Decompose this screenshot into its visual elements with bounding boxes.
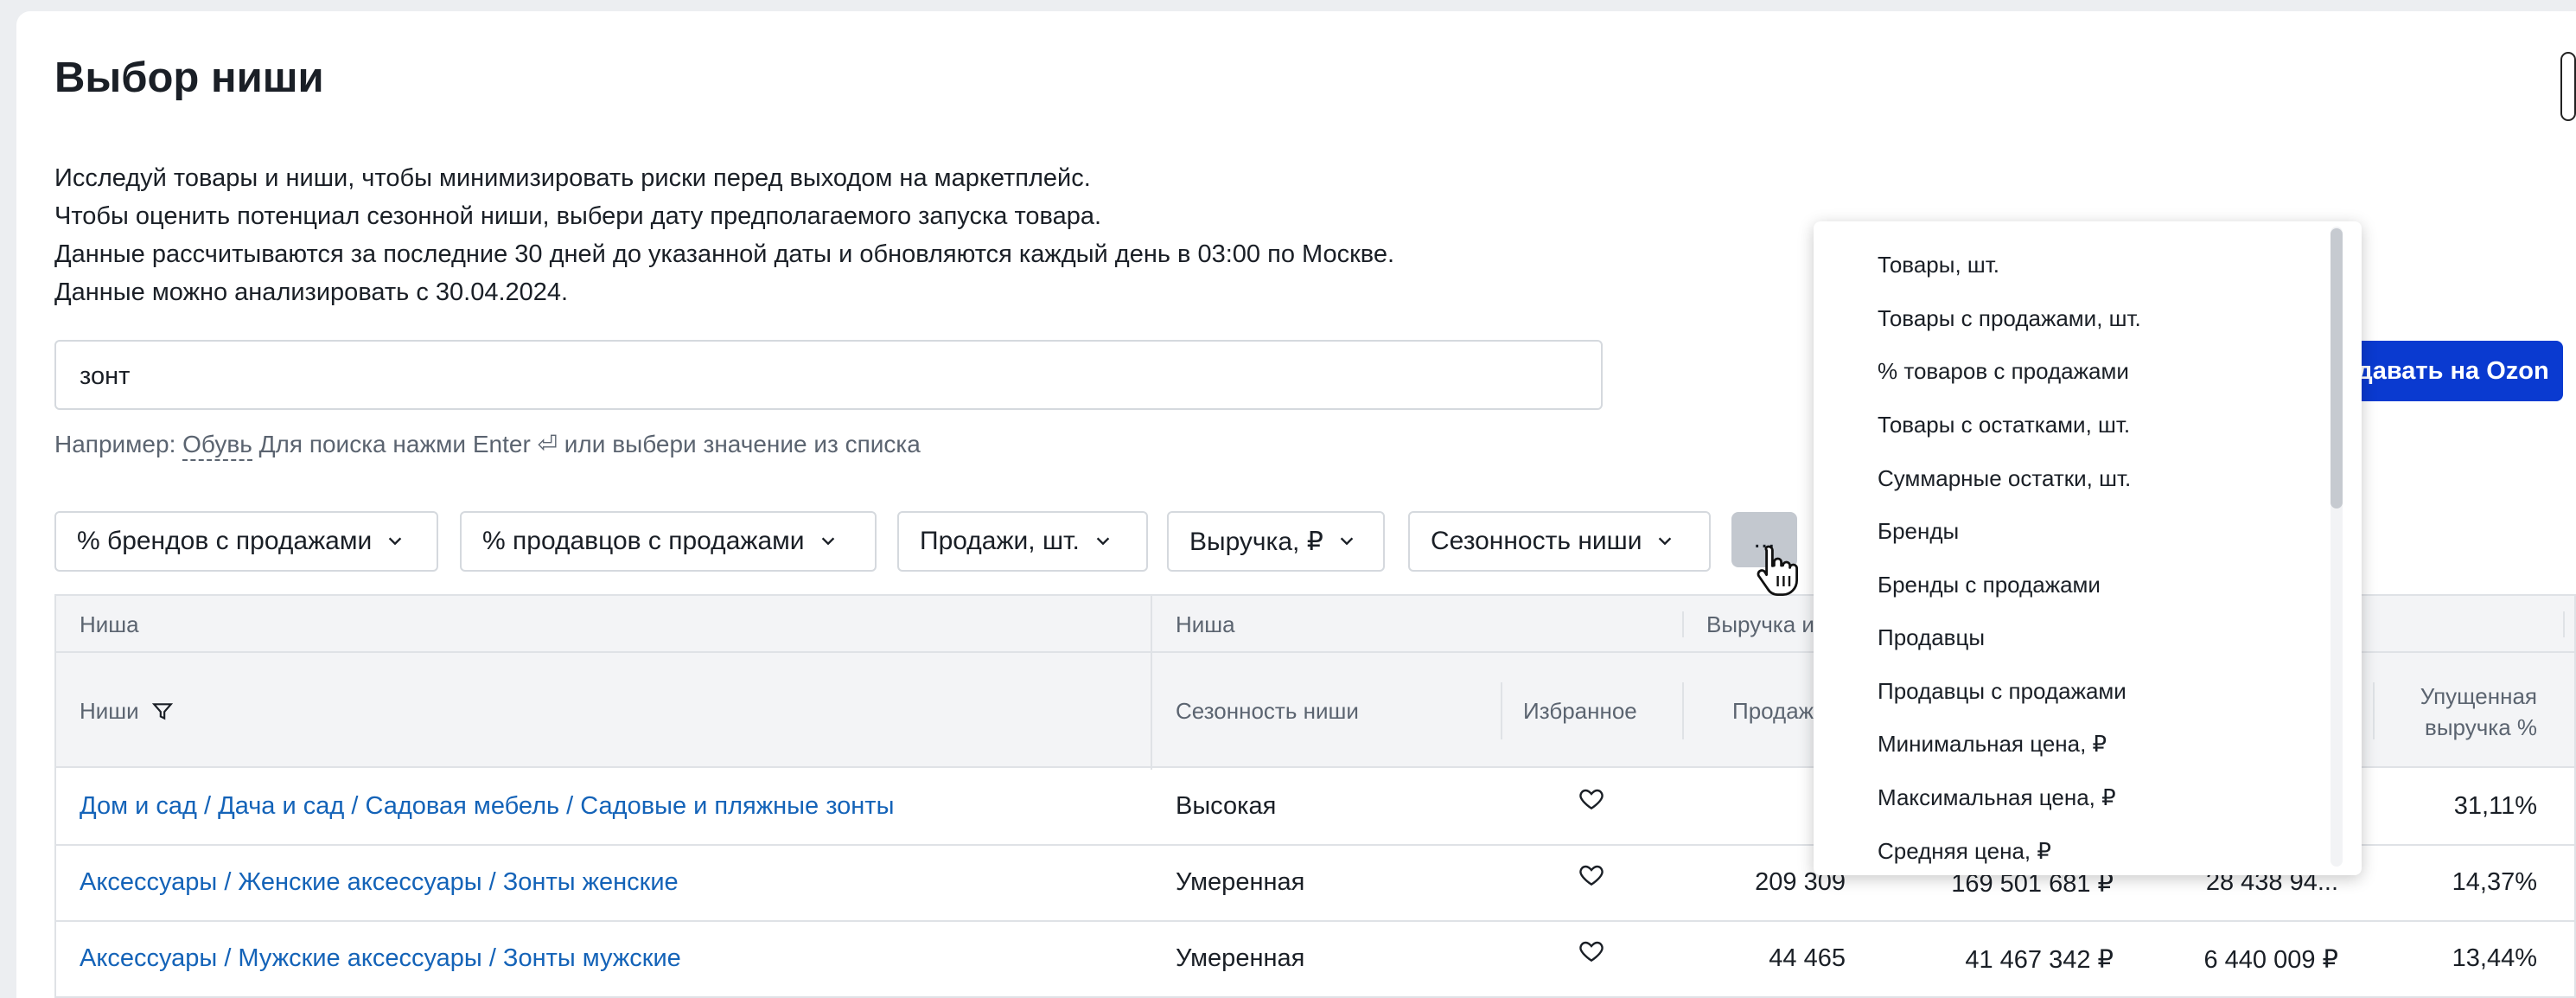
- heart-icon[interactable]: [1577, 861, 1606, 889]
- hint-example-link[interactable]: Обувь: [182, 431, 252, 461]
- sales-value: 44 465: [1769, 944, 1846, 972]
- column-header-label: Ниши: [80, 698, 139, 724]
- header-divider: [2563, 611, 2565, 637]
- chevron-down-icon: [388, 537, 402, 546]
- description-line: Исследуй товары и ниши, чтобы минимизиро…: [54, 164, 1091, 192]
- dropdown-item[interactable]: Бренды с продажами: [1878, 572, 2101, 598]
- window-scrollbar[interactable]: [2560, 52, 2576, 121]
- column-header-favorite[interactable]: Избранное: [1523, 698, 1637, 725]
- filter-chip-seasonality[interactable]: Сезонность ниши: [1408, 511, 1711, 572]
- header-divider: [2373, 682, 2375, 739]
- dropdown-item[interactable]: Товары с остатками, шт.: [1878, 412, 2130, 438]
- header-line: Упущенная: [2420, 683, 2537, 709]
- filter-chip-revenue[interactable]: Выручка, ₽: [1167, 511, 1385, 572]
- lost-revenue-pct: 13,44%: [2452, 944, 2537, 972]
- chevron-down-icon: [1340, 537, 1354, 546]
- filter-chip-sellers-with-sales[interactable]: % продавцов с продажами: [460, 511, 877, 572]
- niche-link[interactable]: Дом и сад / Дача и сад / Садовая мебель …: [80, 792, 894, 821]
- chip-label: % продавцов с продажами: [482, 527, 805, 555]
- description-line: Данные рассчитываются за последние 30 дн…: [54, 240, 1395, 268]
- group-header-niche: Ниша: [80, 611, 139, 637]
- header-divider: [1501, 682, 1502, 739]
- search-input[interactable]: зонт: [54, 340, 1603, 410]
- seasonality-value: Высокая: [1176, 792, 1277, 820]
- chevron-down-icon: [821, 537, 834, 546]
- chip-label: Продажи, шт.: [920, 527, 1080, 555]
- heart-icon[interactable]: [1577, 785, 1606, 813]
- chip-label: % брендов с продажами: [77, 527, 373, 555]
- dropdown-item[interactable]: % товаров с продажами: [1878, 358, 2129, 385]
- dropdown-item[interactable]: Товары с продажами, шт.: [1878, 305, 2141, 332]
- seasonality-value: Умеренная: [1176, 944, 1305, 972]
- header-divider: [1682, 682, 1684, 739]
- dropdown-scrollbar-thumb[interactable]: [2331, 228, 2343, 509]
- hint-suffix: Для поиска нажми Enter ⏎ или выбери знач…: [258, 431, 921, 457]
- dropdown-item[interactable]: Максимальная цена, ₽: [1878, 784, 2116, 811]
- dropdown-item[interactable]: Товары, шт.: [1878, 252, 1999, 278]
- group-header-revenue: Выручка и: [1706, 611, 1814, 637]
- page-title: Выбор ниши: [54, 54, 324, 101]
- description-line: Данные можно анализировать с 30.04.2024.: [54, 278, 569, 306]
- chevron-down-icon: [1659, 537, 1672, 546]
- hand-cursor-icon: [1757, 545, 1798, 596]
- dropdown-item[interactable]: Продавцы с продажами: [1878, 678, 2126, 705]
- dropdown-item[interactable]: Минимальная цена, ₽: [1878, 731, 2107, 758]
- header-line: выручка %: [2425, 714, 2537, 740]
- chevron-down-icon: [1096, 537, 1110, 546]
- dropdown-item[interactable]: Средняя цена, ₽: [1878, 838, 2051, 865]
- search-hint: Например: Обувь Для поиска нажми Enter ⏎…: [54, 430, 921, 461]
- seasonality-value: Умеренная: [1176, 868, 1305, 896]
- heart-icon[interactable]: [1577, 937, 1606, 965]
- table-row[interactable]: Аксессуары / Мужские аксессуары / Зонты …: [56, 922, 2574, 998]
- revenue-value: 41 467 342 ₽: [1965, 946, 2114, 974]
- column-header-sales[interactable]: Продаж: [1732, 698, 1814, 725]
- lost-revenue-pct: 14,37%: [2452, 868, 2537, 896]
- hint-prefix: Например:: [54, 431, 176, 457]
- dropdown-item[interactable]: Бренды: [1878, 518, 1959, 545]
- chip-label: Сезонность ниши: [1431, 527, 1642, 555]
- niche-link[interactable]: Аксессуары / Мужские аксессуары / Зонты …: [80, 944, 681, 973]
- page-description: Исследуй товары и ниши, чтобы минимизиро…: [54, 159, 1394, 311]
- niche-link[interactable]: Аксессуары / Женские аксессуары / Зонты …: [80, 868, 679, 897]
- filter-icon[interactable]: [151, 701, 174, 723]
- filter-chip-brands-with-sales[interactable]: % брендов с продажами: [54, 511, 438, 572]
- column-picker-dropdown: Товары, шт. Товары с продажами, шт. % то…: [1814, 221, 2362, 875]
- header-divider: [1682, 611, 1684, 637]
- search-input-value: зонт: [80, 362, 131, 390]
- dropdown-item[interactable]: Суммарные остатки, шт.: [1878, 465, 2131, 492]
- group-header-niche-2: Ниша: [1176, 611, 1235, 637]
- column-header-seasonality[interactable]: Сезонность ниши: [1176, 698, 1359, 725]
- column-header-niches[interactable]: Ниши: [80, 698, 174, 725]
- filter-chip-sales[interactable]: Продажи, шт.: [897, 511, 1148, 572]
- column-header-lost-revenue-pct[interactable]: Упущенная выручка %: [2382, 681, 2537, 743]
- lost-revenue-value: 6 440 009 ₽: [2203, 946, 2338, 974]
- dropdown-item[interactable]: Продавцы: [1878, 624, 1985, 651]
- description-line: Чтобы оценить потенциал сезонной ниши, в…: [54, 202, 1102, 230]
- lost-revenue-pct: 31,11%: [2453, 792, 2537, 820]
- chip-label: Выручка, ₽: [1189, 527, 1323, 556]
